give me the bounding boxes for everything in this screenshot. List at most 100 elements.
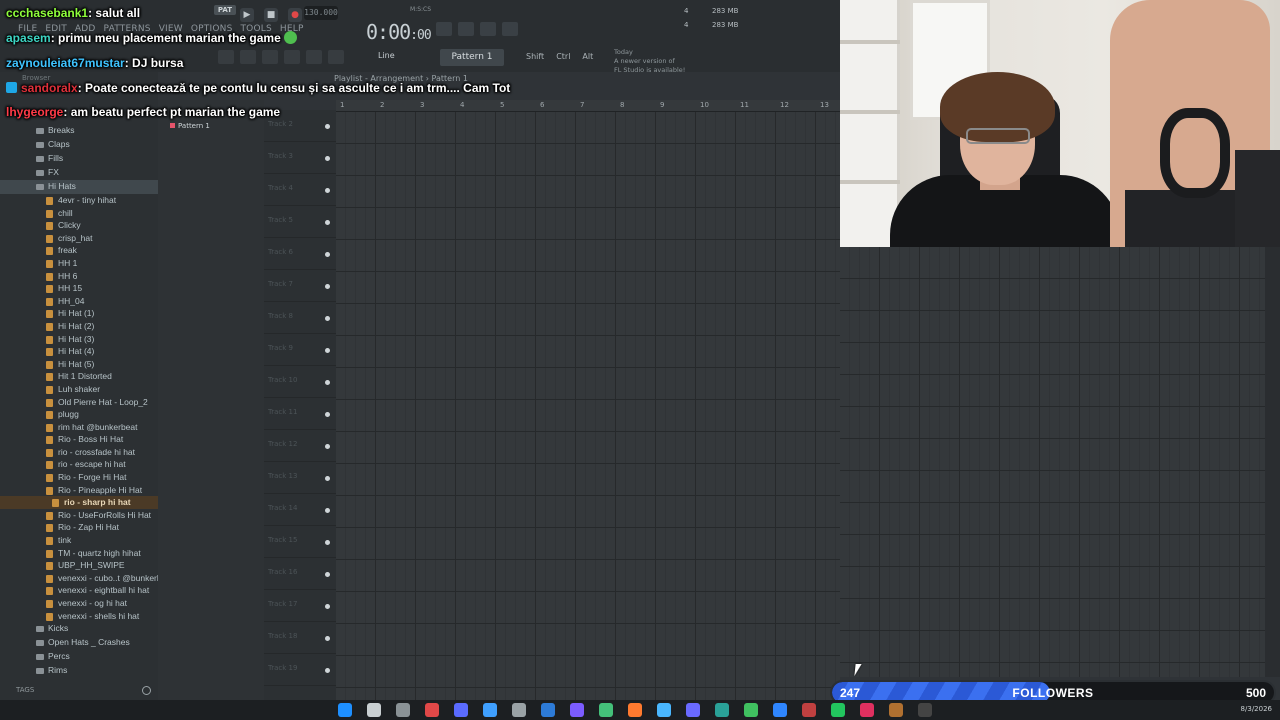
- app-icon[interactable]: [860, 703, 874, 717]
- app-icon[interactable]: [541, 703, 555, 717]
- wait-icon[interactable]: [458, 22, 474, 36]
- alt-key[interactable]: Alt: [582, 52, 593, 61]
- browser-file[interactable]: Luh shaker: [0, 383, 158, 396]
- news-panel[interactable]: Today A newer version of FL Studio is av…: [614, 48, 685, 75]
- mic-icon[interactable]: [328, 50, 344, 64]
- track-mute-led-icon[interactable]: [325, 252, 330, 257]
- track-mute-led-icon[interactable]: [325, 636, 330, 641]
- track-mute-led-icon[interactable]: [325, 188, 330, 193]
- timeline-ruler[interactable]: 1 2 3 4 5 6 7 8 9 10 11 12 13: [336, 100, 840, 112]
- browser-file[interactable]: plugg: [0, 408, 158, 421]
- track-header[interactable]: Track 11: [264, 398, 336, 430]
- app-icon[interactable]: [425, 703, 439, 717]
- stop-button[interactable]: ■: [264, 8, 278, 22]
- pattern-item[interactable]: Pattern 1: [170, 122, 210, 130]
- snap-selector[interactable]: Line: [378, 51, 395, 60]
- browser-file[interactable]: Rio - Forge Hi Hat: [0, 471, 158, 484]
- browser-file[interactable]: rio - sharp hi hat: [0, 496, 158, 509]
- track-mute-led-icon[interactable]: [325, 124, 330, 129]
- countdown-icon[interactable]: [480, 22, 496, 36]
- track-mute-led-icon[interactable]: [325, 380, 330, 385]
- track-mute-led-icon[interactable]: [325, 572, 330, 577]
- app-icon[interactable]: [512, 703, 526, 717]
- track-header[interactable]: Track 8: [264, 302, 336, 334]
- track-header[interactable]: Track 4: [264, 174, 336, 206]
- browser-file[interactable]: Rio - UseForRolls Hi Hat: [0, 509, 158, 522]
- browser-file[interactable]: venexxi - shells hi hat: [0, 610, 158, 623]
- browser-folder[interactable]: Percs: [0, 650, 158, 664]
- taskview-icon[interactable]: [396, 703, 410, 717]
- browser-file[interactable]: Clicky: [0, 219, 158, 232]
- browser-file[interactable]: Hi Hat (1): [0, 307, 158, 320]
- track-mute-led-icon[interactable]: [325, 220, 330, 225]
- pattern-selector[interactable]: Pattern 1: [440, 49, 504, 66]
- browser-file[interactable]: Hit 1 Distorted: [0, 370, 158, 383]
- browser-file[interactable]: Rio - Boss Hi Hat: [0, 433, 158, 446]
- app-icon[interactable]: [802, 703, 816, 717]
- browser-file[interactable]: TM - quartz high hihat: [0, 547, 158, 560]
- browser-file[interactable]: Old Pierre Hat - Loop_2: [0, 396, 158, 409]
- track-mute-led-icon[interactable]: [325, 348, 330, 353]
- browser-file[interactable]: crisp_hat: [0, 232, 158, 245]
- track-header[interactable]: Track 6: [264, 238, 336, 270]
- track-header[interactable]: Track 15: [264, 526, 336, 558]
- track-header[interactable]: Track 3: [264, 142, 336, 174]
- app-icon[interactable]: [599, 703, 613, 717]
- app-icon[interactable]: [918, 703, 932, 717]
- playlist-grid[interactable]: [336, 112, 840, 700]
- mixer-icon[interactable]: [284, 50, 300, 64]
- track-header[interactable]: Track 16: [264, 558, 336, 590]
- track-header[interactable]: Track 12: [264, 430, 336, 462]
- record-button[interactable]: ●: [288, 8, 302, 22]
- piano-roll-icon[interactable]: [240, 50, 256, 64]
- search-icon[interactable]: [142, 686, 151, 695]
- track-header[interactable]: Track 7: [264, 270, 336, 302]
- playlist-grid-right[interactable]: [840, 247, 1265, 677]
- browser-file[interactable]: rio - crossfade hi hat: [0, 446, 158, 459]
- app-icon[interactable]: [657, 703, 671, 717]
- playlist-icon[interactable]: [218, 50, 234, 64]
- app-icon[interactable]: [483, 703, 497, 717]
- track-mute-led-icon[interactable]: [325, 444, 330, 449]
- pat-song-toggle[interactable]: PAT: [214, 5, 236, 15]
- track-mute-led-icon[interactable]: [325, 476, 330, 481]
- browser-file[interactable]: tink: [0, 534, 158, 547]
- playlist-scrollbar[interactable]: [1265, 247, 1280, 677]
- browser-folder[interactable]: Kicks: [0, 622, 158, 636]
- browser-file[interactable]: Rio - Pineapple Hi Hat: [0, 484, 158, 497]
- play-button[interactable]: ▶: [240, 8, 254, 22]
- track-mute-led-icon[interactable]: [325, 604, 330, 609]
- track-mute-led-icon[interactable]: [325, 508, 330, 513]
- track-mute-led-icon[interactable]: [325, 156, 330, 161]
- browser-folder[interactable]: Hi Hats: [0, 180, 158, 194]
- app-icon[interactable]: [715, 703, 729, 717]
- search-icon[interactable]: [367, 703, 381, 717]
- app-icon[interactable]: [686, 703, 700, 717]
- browser-file[interactable]: venexxi - og hi hat: [0, 597, 158, 610]
- browser-file[interactable]: rio - escape hi hat: [0, 458, 158, 471]
- browser-file[interactable]: Rio - Zap Hi Hat: [0, 521, 158, 534]
- tempo-display[interactable]: 130.000: [304, 6, 338, 20]
- app-icon[interactable]: [744, 703, 758, 717]
- app-icon[interactable]: [773, 703, 787, 717]
- track-header[interactable]: Track 18: [264, 622, 336, 654]
- browser-file[interactable]: HH 15: [0, 282, 158, 295]
- browser-file[interactable]: Hi Hat (3): [0, 333, 158, 346]
- browser-file[interactable]: HH_04: [0, 295, 158, 308]
- app-icon[interactable]: [889, 703, 903, 717]
- track-header[interactable]: Track 10: [264, 366, 336, 398]
- browser-file[interactable]: chill: [0, 207, 158, 220]
- browser-folder[interactable]: Open Hats _ Crashes: [0, 636, 158, 650]
- ctrl-key[interactable]: Ctrl: [556, 52, 570, 61]
- browser-folder[interactable]: Rims: [0, 664, 158, 678]
- browser-file[interactable]: Hi Hat (4): [0, 345, 158, 358]
- loop-record-icon[interactable]: [502, 22, 518, 36]
- browser-file[interactable]: HH 6: [0, 270, 158, 283]
- track-header[interactable]: Track 19: [264, 654, 336, 686]
- track-mute-led-icon[interactable]: [325, 540, 330, 545]
- track-mute-led-icon[interactable]: [325, 668, 330, 673]
- track-header[interactable]: Track 17: [264, 590, 336, 622]
- windows-icon[interactable]: [338, 703, 352, 717]
- app-icon[interactable]: [628, 703, 642, 717]
- app-icon[interactable]: [570, 703, 584, 717]
